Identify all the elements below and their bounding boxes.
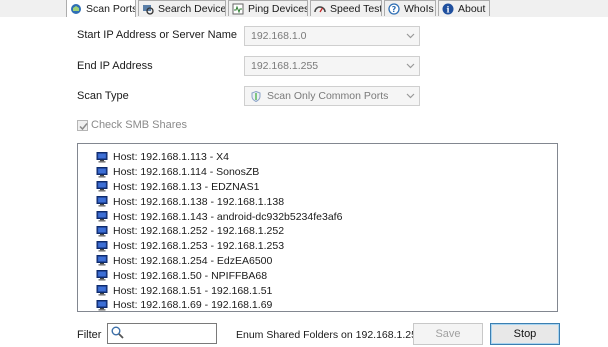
- tab-label: Scan Ports: [86, 2, 136, 15]
- list-item[interactable]: Host: 192.168.1.69 - 192.168.1.69: [96, 298, 557, 312]
- scan-type-label: Scan Type: [77, 90, 129, 102]
- computer-icon: [96, 196, 108, 207]
- list-item[interactable]: Host: 192.168.1.254 - EdzEA6500: [96, 254, 557, 269]
- tab-label: Speed Test: [330, 2, 382, 15]
- host-text: Host: 192.168.1.254 - EdzEA6500: [113, 254, 273, 267]
- list-item[interactable]: Host: 192.168.1.143 - android-dc932b5234…: [96, 209, 557, 224]
- svg-text:i: i: [446, 4, 449, 14]
- status-text: Enum Shared Folders on 192.168.1.253 ...: [236, 329, 435, 341]
- list-item[interactable]: Host: 192.168.1.114 - SonosZB: [96, 165, 557, 180]
- host-text: Host: 192.168.1.69 - 192.168.1.69: [113, 299, 273, 312]
- tab-ping-devices[interactable]: Ping Devices: [228, 0, 308, 16]
- scan-type-combo[interactable]: Scan Only Common Ports: [244, 86, 420, 106]
- chevron-down-icon: [406, 61, 415, 70]
- host-text: Host: 192.168.1.51 - 192.168.1.51: [113, 284, 273, 297]
- filter-label: Filter: [77, 329, 102, 341]
- ping-devices-icon: [232, 3, 244, 15]
- tab-label: About: [458, 2, 486, 15]
- end-ip-label: End IP Address: [77, 60, 153, 72]
- list-item[interactable]: Host: 192.168.1.113 - X4: [96, 150, 557, 165]
- speed-test-icon: [314, 3, 326, 15]
- computer-icon: [96, 151, 108, 163]
- stop-button[interactable]: Stop: [490, 323, 560, 345]
- host-text: Host: 192.168.1.114 - SonosZB: [113, 166, 260, 179]
- check-smb-shares[interactable]: Check SMB Shares: [77, 119, 187, 131]
- end-ip-combo[interactable]: 192.168.1.255: [244, 56, 420, 76]
- computer-icon: [96, 166, 108, 178]
- host-text: Host: 192.168.1.143 - android-dc932b5234…: [113, 210, 343, 223]
- scan-ports-panel: Start IP Address or Server Name 192.168.…: [0, 17, 608, 347]
- computer-icon: [96, 211, 108, 222]
- list-item[interactable]: Host: 192.168.1.138 - 192.168.1.138: [96, 194, 557, 209]
- tab-whois[interactable]: ? WhoIs: [384, 0, 436, 16]
- chevron-down-icon: [406, 31, 415, 40]
- tab-label: WhoIs: [404, 2, 434, 15]
- host-text: Host: 192.168.1.113 - X4: [113, 151, 229, 164]
- host-text: Host: 192.168.1.252 - 192.168.1.252: [113, 225, 285, 238]
- list-item[interactable]: Host: 192.168.1.13 - EDZNAS1: [96, 180, 557, 195]
- computer-icon: [96, 240, 108, 252]
- computer-icon: [96, 225, 108, 237]
- computer-icon: [96, 255, 108, 266]
- shield-icon: [251, 90, 261, 102]
- computer-icon: [96, 299, 108, 311]
- tab-search-devices[interactable]: Search Devices: [138, 0, 226, 16]
- scan-type-value: Scan Only Common Ports: [267, 90, 389, 102]
- search-icon: [111, 326, 124, 342]
- smb-checkbox-label: Check SMB Shares: [91, 119, 187, 131]
- tab-label: Search Devices: [158, 2, 226, 15]
- svg-text:?: ?: [392, 5, 397, 14]
- tab-label: Ping Devices: [248, 2, 308, 15]
- list-item[interactable]: Host: 192.168.1.51 - 192.168.1.51: [96, 283, 557, 298]
- computer-icon: [96, 285, 108, 296]
- list-item[interactable]: Host: 192.168.1.252 - 192.168.1.252: [96, 224, 557, 239]
- list-item[interactable]: Host: 192.168.1.50 - NPIFFBA68: [96, 268, 557, 283]
- end-ip-value: 192.168.1.255: [251, 60, 319, 72]
- scan-ports-icon: [70, 3, 82, 15]
- smb-checkbox[interactable]: [77, 119, 88, 131]
- computer-icon: [96, 270, 108, 281]
- start-ip-combo[interactable]: 192.168.1.0: [244, 26, 420, 46]
- start-ip-label: Start IP Address or Server Name: [77, 29, 237, 41]
- tab-strip: Scan Ports Search Devices Ping Devices S…: [0, 0, 608, 18]
- chevron-down-icon: [406, 91, 415, 100]
- whois-icon: ?: [388, 2, 400, 15]
- start-ip-value: 192.168.1.0: [251, 30, 307, 42]
- host-text: Host: 192.168.1.253 - 192.168.1.253: [113, 240, 285, 253]
- host-text: Host: 192.168.1.138 - 192.168.1.138: [113, 195, 285, 208]
- search-devices-icon: [142, 3, 154, 15]
- list-item[interactable]: Host: 192.168.1.253 - 192.168.1.253: [96, 239, 557, 254]
- results-list[interactable]: Host: 192.168.1.113 - X4 Host: 192.168.1.…: [77, 143, 558, 312]
- tab-speed-test[interactable]: Speed Test: [310, 0, 382, 16]
- computer-icon: [96, 181, 108, 192]
- host-text: Host: 192.168.1.50 - NPIFFBA68: [113, 269, 268, 282]
- about-icon: i: [442, 3, 454, 15]
- host-text: Host: 192.168.1.13 - EDZNAS1: [113, 180, 260, 193]
- filter-input[interactable]: [107, 323, 217, 344]
- save-button[interactable]: Save: [413, 323, 483, 345]
- tab-about[interactable]: i About: [438, 0, 490, 16]
- tab-scan-ports[interactable]: Scan Ports: [66, 0, 136, 17]
